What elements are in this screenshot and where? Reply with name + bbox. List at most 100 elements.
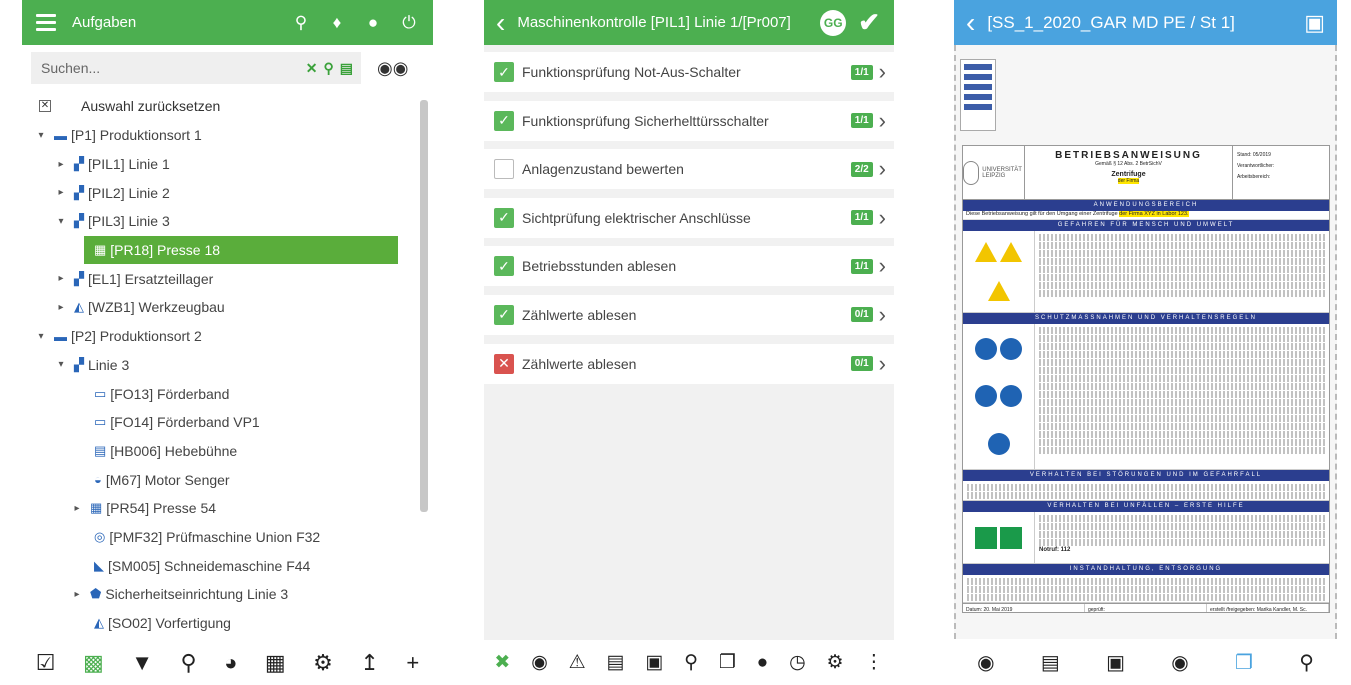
checklist-item[interactable]: ✓ Betriebsstunden ablesen 1/1 › — [484, 246, 894, 287]
tree-node[interactable]: ▸ ▦ [PR54] Presse 54 — [22, 494, 433, 523]
expand-right-icon[interactable]: ▸ — [70, 503, 84, 514]
location-pin-icon[interactable]: ⚲ — [684, 651, 698, 674]
document-viewer[interactable]: UNIVERSITÄT LEIPZIG BETRIEBSANWEISUNG Ge… — [954, 45, 1337, 639]
chevron-right-icon[interactable]: › — [879, 156, 886, 182]
back-icon[interactable]: ‹ — [966, 8, 975, 37]
checkbox-icon[interactable]: ☑ — [36, 650, 56, 676]
settings-icon[interactable]: ⚙ — [313, 650, 333, 676]
location-pin-icon[interactable]: ⚲ — [181, 650, 197, 676]
binoculars-icon[interactable]: ◉◉ — [377, 58, 408, 79]
person-icon[interactable]: ● — [757, 652, 768, 674]
tree-node[interactable]: ▸ ▞ [EL1] Ersatzteillager — [22, 264, 433, 293]
checklist-item[interactable]: ✓ Funktionsprüfung Not-Aus-Schalter 1/1 › — [484, 52, 894, 92]
node-type-icon: ▭ — [94, 414, 107, 430]
save-icon[interactable]: ▣ — [1304, 10, 1325, 36]
chevron-right-icon[interactable]: › — [879, 351, 886, 377]
power-icon[interactable]: ⏻ — [397, 13, 421, 33]
checked-icon[interactable]: ✓ — [494, 62, 514, 82]
tree-node-label: Linie 3 — [88, 356, 130, 373]
tree-node[interactable]: ◣ [SM005] Schneidemaschine F44 — [22, 551, 433, 580]
image-icon[interactable]: ▣ — [1106, 650, 1125, 675]
pie-chart-icon[interactable]: ◕ — [224, 650, 237, 676]
tree-scrollbar[interactable] — [420, 100, 428, 512]
chevron-right-icon[interactable]: › — [879, 302, 886, 328]
failed-icon[interactable]: ✕ — [494, 353, 514, 374]
location-pin-icon[interactable]: ⚲ — [1299, 650, 1314, 675]
tree-node[interactable]: ▸ ◭ [WZB1] Werkzeugbau — [22, 293, 433, 322]
tree-node[interactable]: ◭ [SO02] Vorfertigung — [22, 609, 433, 638]
checked-icon[interactable]: ✓ — [494, 110, 514, 131]
document-icon[interactable]: ▤ — [1041, 650, 1060, 675]
tree-node[interactable]: ▾ ▞ [PIL3] Linie 3 — [22, 207, 433, 236]
search-icon[interactable]: ⚲ — [289, 13, 313, 33]
warning-icon[interactable]: ⚠ — [569, 651, 586, 674]
tree-node[interactable]: ▾ ▬ [P1] Produktionsort 1 — [22, 121, 433, 150]
tree-node[interactable]: ▸ ▞ [PIL2] Linie 2 — [22, 178, 433, 207]
expand-right-icon[interactable]: ▸ — [54, 159, 68, 170]
checklist-item[interactable]: ✓ Zählwerte ablesen 0/1 › — [484, 294, 894, 335]
unchecked-icon[interactable] — [494, 159, 514, 180]
more-icon[interactable]: ⋮ — [864, 651, 883, 674]
chevron-right-icon[interactable]: › — [879, 253, 886, 279]
page-thumbnail[interactable] — [960, 59, 996, 131]
table-icon[interactable]: ▦ — [265, 650, 286, 676]
user-icon[interactable]: ● — [361, 13, 385, 33]
menu-icon[interactable] — [36, 14, 56, 31]
tree-node[interactable]: ▭ [FO14] Förderband VP1 — [22, 408, 433, 437]
expand-down-icon[interactable]: ▾ — [54, 216, 68, 227]
expand-down-icon[interactable]: ▾ — [54, 359, 68, 370]
expand-down-icon[interactable]: ▾ — [34, 331, 48, 342]
copy-icon[interactable]: ❐ — [719, 651, 736, 674]
expand-down-icon[interactable]: ▾ — [34, 130, 48, 141]
search-input[interactable] — [39, 59, 300, 77]
back-icon[interactable]: ‹ — [496, 8, 505, 37]
goggles-sign-icon — [975, 338, 997, 361]
tree-node[interactable]: ▤ [HB006] Hebebühne — [22, 437, 433, 466]
binoculars-icon[interactable]: ◉ — [531, 651, 548, 674]
checklist-item[interactable]: Anlagenzustand bewerten 2/2 › — [484, 149, 894, 190]
notification-bell-icon[interactable]: ♦ — [325, 13, 349, 33]
checklist-item[interactable]: ✓ Sichtprüfung elektrischer Anschlüsse 1/1… — [484, 197, 894, 238]
expand-right-icon[interactable]: ▸ — [54, 187, 68, 198]
tools-icon[interactable]: ✖ — [494, 651, 510, 674]
expand-right-icon[interactable]: ▸ — [70, 589, 84, 600]
tree-node[interactable]: ▾ ▬ [P2] Produktionsort 2 — [22, 322, 433, 351]
checked-icon[interactable]: ✓ — [494, 207, 514, 228]
search-icon[interactable]: ⚲ — [324, 60, 334, 77]
tree-node[interactable]: ▦ [PR18] Presse 18 — [84, 235, 398, 265]
checklist-item[interactable]: ✓ Funktionsprüfung Sicherhelttürsschalter… — [484, 100, 894, 141]
tree-node[interactable]: ▾ ▞ Linie 3 — [22, 351, 433, 380]
chevron-right-icon[interactable]: › — [879, 108, 886, 134]
binoculars-icon[interactable]: ◉ — [977, 650, 994, 675]
checklist-item[interactable]: ✕ Zählwerte ablesen 0/1 › — [484, 343, 894, 384]
image-folder-icon[interactable]: ▣ — [645, 651, 663, 674]
checked-icon[interactable]: ✓ — [494, 256, 514, 277]
settings-icon[interactable]: ⚙ — [827, 651, 844, 674]
barcode-icon[interactable]: ▤ — [340, 60, 353, 77]
expand-right-icon[interactable]: ▸ — [54, 273, 68, 284]
tree-node[interactable]: ▸ ⬟ Sicherheitseinrichtung Linie 3 — [22, 580, 433, 609]
page-title: Maschinenkontrolle [PIL1] Linie 1/[Pr007… — [517, 14, 791, 31]
clock-icon[interactable]: ◷ — [789, 651, 806, 674]
chevron-right-icon[interactable]: › — [879, 59, 886, 85]
emergency-number: Notruf: 112 — [1039, 547, 1071, 553]
tree-node[interactable]: ◎ [PMF32] Prüfmaschine Union F32 — [22, 523, 433, 552]
checked-icon[interactable]: ✓ — [494, 304, 514, 325]
add-icon[interactable]: + — [406, 650, 419, 676]
binoculars-icon[interactable]: ◉ — [1171, 650, 1188, 675]
tree-node[interactable]: ▭ [FO13] Förderband — [22, 379, 433, 408]
filter-icon[interactable]: ▼ — [131, 650, 153, 676]
double-check-icon[interactable]: ✔ — [858, 7, 880, 38]
tree-view-icon[interactable]: ▩ — [83, 650, 104, 676]
clear-icon[interactable]: ✕ — [306, 60, 318, 77]
checklist-item-label: Betriebsstunden ablesen — [522, 258, 677, 275]
chevron-right-icon[interactable]: › — [879, 205, 886, 231]
expand-right-icon[interactable]: ▸ — [54, 302, 68, 313]
tree-node[interactable]: ▸ ▞ [PIL1] Linie 1 — [22, 150, 433, 179]
tree-node[interactable]: ◒ [M67] Motor Senger — [22, 465, 433, 494]
copy-icon[interactable]: ❐ — [1235, 650, 1253, 675]
document-icon[interactable]: ▤ — [607, 651, 625, 674]
upload-icon[interactable]: ↥ — [360, 650, 378, 676]
reset-selection[interactable]: ✕ Auswahl zurücksetzen — [22, 91, 433, 121]
user-avatar[interactable]: GG — [820, 9, 847, 36]
